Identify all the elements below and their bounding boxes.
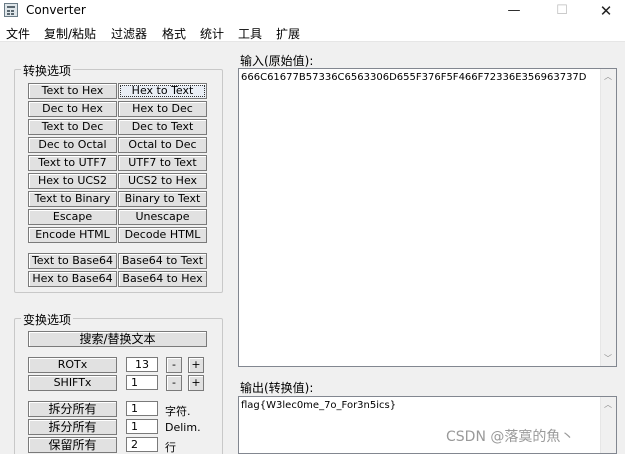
shiftx-decrement-button[interactable]: -: [166, 375, 182, 391]
dec-to-octal-button[interactable]: Dec to Octal: [28, 137, 117, 153]
ucs2-to-hex-button[interactable]: UCS2 to Hex: [118, 173, 207, 189]
shiftx-value-field[interactable]: 1: [126, 375, 158, 390]
shiftx-increment-button[interactable]: +: [188, 375, 204, 391]
text-to-utf7-button[interactable]: Text to UTF7: [28, 155, 117, 171]
input-label: 输入(原始值):: [240, 54, 314, 68]
menu-extensions[interactable]: 扩展: [276, 25, 300, 42]
watermark: CSDN @落寞的魚丶: [446, 429, 575, 445]
dec-to-hex-button[interactable]: Dec to Hex: [28, 101, 117, 117]
output-text: flag{W3lec0me_7o_For3n5ics}: [241, 400, 397, 411]
split-delim-field[interactable]: 1: [126, 419, 158, 434]
hex-to-dec-button[interactable]: Hex to Dec: [118, 101, 207, 117]
input-text: 666C61677B57336C6563306D655F376F5F466F72…: [241, 72, 587, 83]
menu-file[interactable]: 文件: [6, 25, 30, 42]
text-to-dec-button[interactable]: Text to Dec: [28, 119, 117, 135]
shiftx-button[interactable]: SHIFTx: [28, 375, 117, 391]
window-title: Converter: [26, 3, 86, 17]
binary-to-text-button[interactable]: Binary to Text: [118, 191, 207, 207]
output-scrollbar[interactable]: ︿: [600, 397, 616, 453]
base64-to-hex-button[interactable]: Base64 to Hex: [118, 271, 207, 287]
split-chars-unit-label: 字符.: [165, 405, 191, 418]
split-chars-field[interactable]: 1: [126, 401, 158, 416]
escape-button[interactable]: Escape: [28, 209, 117, 225]
scroll-down-arrow-icon[interactable]: ﹀: [604, 353, 612, 364]
title-bar: Converter — ☐ ✕: [0, 0, 625, 22]
rotx-decrement-button[interactable]: -: [166, 357, 182, 373]
rotx-value-field[interactable]: 13: [126, 357, 158, 372]
keep-lines-button[interactable]: 保留所有: [28, 437, 117, 453]
transform-options-title: 变换选项: [21, 311, 74, 328]
utf7-to-text-button[interactable]: UTF7 to Text: [118, 155, 207, 171]
scroll-up-arrow-icon[interactable]: ︿: [604, 71, 612, 82]
text-to-base64-button[interactable]: Text to Base64: [28, 253, 117, 269]
menu-copy-paste[interactable]: 复制/粘贴: [44, 25, 96, 42]
base64-to-text-button[interactable]: Base64 to Text: [118, 253, 207, 269]
split-chars-button[interactable]: 拆分所有: [28, 401, 117, 417]
split-delim-button[interactable]: 拆分所有: [28, 419, 117, 435]
menu-format[interactable]: 格式: [162, 25, 186, 42]
close-button[interactable]: ✕: [584, 0, 625, 22]
keep-lines-unit-label: 行: [165, 441, 176, 454]
hex-to-text-button[interactable]: Hex to Text: [118, 83, 207, 99]
dec-to-text-button[interactable]: Dec to Text: [118, 119, 207, 135]
scroll-up-arrow-icon[interactable]: ︿: [604, 399, 612, 410]
unescape-button[interactable]: Unescape: [118, 209, 207, 225]
input-textarea[interactable]: 666C61677B57336C6563306D655F376F5F466F72…: [238, 68, 617, 367]
rotx-button[interactable]: ROTx: [28, 357, 117, 373]
octal-to-dec-button[interactable]: Octal to Dec: [118, 137, 207, 153]
menu-tools[interactable]: 工具: [238, 25, 262, 42]
rotx-increment-button[interactable]: +: [188, 357, 204, 373]
convert-options-title: 转换选项: [21, 62, 74, 79]
output-label: 输出(转换值):: [240, 381, 314, 395]
calculator-icon: [4, 3, 18, 17]
keep-lines-field[interactable]: 2: [126, 437, 158, 452]
minimize-button[interactable]: —: [492, 0, 536, 22]
split-delim-unit-label: Delim.: [165, 421, 201, 434]
text-to-hex-button[interactable]: Text to Hex: [28, 83, 117, 99]
hex-to-ucs2-button[interactable]: Hex to UCS2: [28, 173, 117, 189]
search-replace-button[interactable]: 搜索/替换文本: [28, 331, 207, 347]
hex-to-base64-button[interactable]: Hex to Base64: [28, 271, 117, 287]
maximize-button[interactable]: ☐: [540, 0, 584, 22]
menu-statistics[interactable]: 统计: [200, 25, 224, 42]
menu-bar: 文件 复制/粘贴 过滤器 格式 统计 工具 扩展: [0, 22, 625, 42]
text-to-binary-button[interactable]: Text to Binary: [28, 191, 117, 207]
encode-html-button[interactable]: Encode HTML: [28, 227, 117, 243]
decode-html-button[interactable]: Decode HTML: [118, 227, 207, 243]
input-scrollbar[interactable]: ︿ ﹀: [600, 69, 616, 366]
menu-filter[interactable]: 过滤器: [111, 25, 147, 42]
